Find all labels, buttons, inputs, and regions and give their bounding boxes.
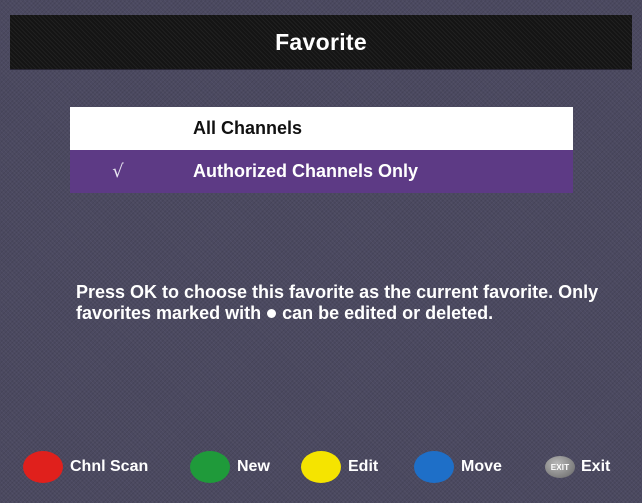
help-text: Press OK to choose this favorite as the … [76,282,636,324]
check-mark-icon: √ [112,161,124,182]
editable-dot-icon [267,308,277,318]
exit-button-icon: EXIT [545,456,575,478]
yellow-button-icon [301,451,341,483]
red-button-icon [23,451,63,483]
favorite-item-all-channels[interactable]: All Channels [70,107,573,150]
chnl-scan-key[interactable]: Chnl Scan [23,447,148,487]
remote-key-legend: Chnl Scan New Edit Move EXIT Exit [0,447,642,487]
green-button-icon [190,451,230,483]
tv-screen: Favorite All Channels √ Authorized Chann… [0,0,642,503]
help-text-part: can be edited or deleted. [277,303,494,323]
blue-button-icon [414,451,454,483]
exit-key[interactable]: EXIT Exit [545,447,610,487]
new-label: New [237,458,270,475]
exit-label: Exit [581,458,611,475]
edit-label: Edit [348,458,379,475]
page-title: Favorite [275,28,367,55]
chnl-scan-label: Chnl Scan [70,458,149,475]
favorite-item-label: All Channels [193,118,303,138]
exit-icon-text: EXIT [550,462,570,472]
favorites-list: All Channels √ Authorized Channels Only [70,107,573,193]
move-key[interactable]: Move [414,447,502,487]
title-bar: Favorite [10,15,632,70]
new-key[interactable]: New [190,447,270,487]
check-mark-icon [108,107,128,150]
move-label: Move [461,458,502,475]
favorite-item-label: Authorized Channels Only [193,161,419,181]
edit-key[interactable]: Edit [301,447,378,487]
favorite-item-authorized-channels[interactable]: √ Authorized Channels Only [70,150,573,193]
